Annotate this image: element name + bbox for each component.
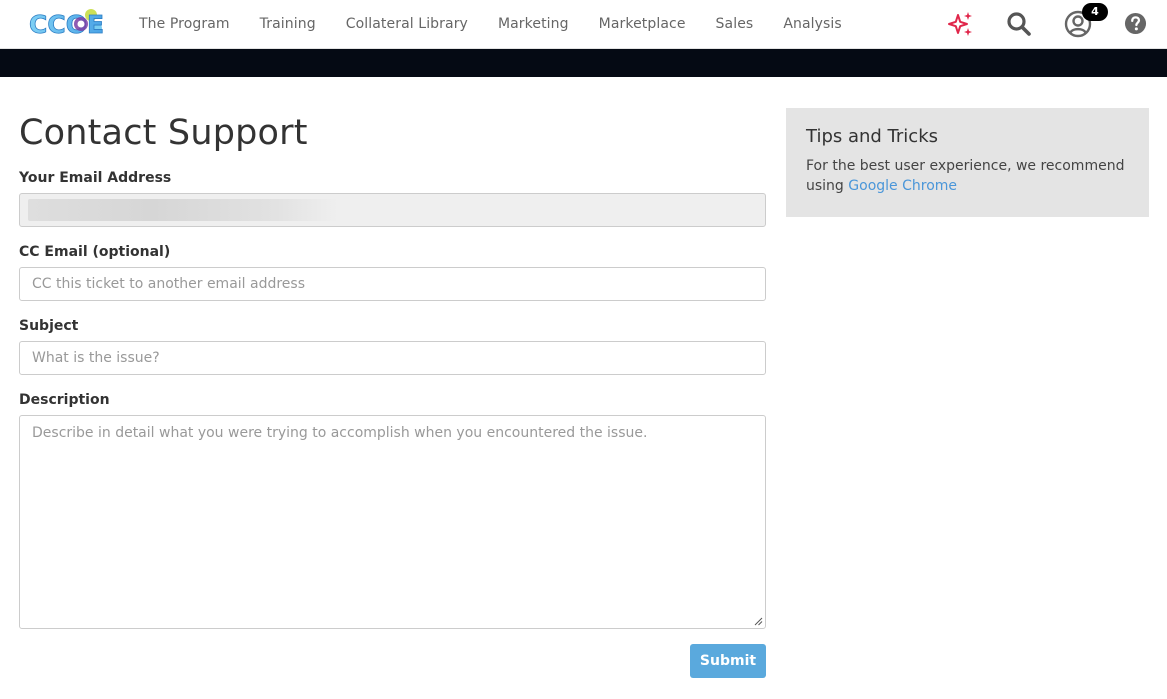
email-field[interactable]	[19, 193, 766, 227]
resize-grip-icon[interactable]	[753, 616, 763, 626]
description-field[interactable]: Describe in detail what you were trying …	[19, 415, 766, 629]
tips-title: Tips and Tricks	[806, 126, 939, 147]
cc-email-field[interactable]: CC this ticket to another email address	[19, 267, 766, 301]
help-icon[interactable]	[1124, 12, 1147, 35]
subject-field[interactable]: What is the issue?	[19, 341, 766, 375]
google-chrome-link[interactable]: Google Chrome	[848, 178, 957, 194]
redacted-email-value	[28, 199, 338, 221]
page-title: Contact Support	[19, 113, 308, 153]
search-icon[interactable]	[1006, 11, 1032, 37]
description-label: Description	[19, 392, 110, 408]
email-label: Your Email Address	[19, 170, 172, 186]
sparkle-icon[interactable]	[946, 10, 974, 38]
notification-badge[interactable]: 4	[1082, 3, 1108, 21]
dark-banner-bar	[0, 49, 1167, 77]
top-navbar: CCOE The Program Training Collateral Lib…	[0, 0, 1167, 49]
description-placeholder: Describe in detail what you were trying …	[32, 425, 648, 441]
nav-icon-group: 4	[0, 0, 1167, 48]
cc-email-label: CC Email (optional)	[19, 244, 171, 260]
tips-body: For the best user experience, we recomme…	[806, 156, 1129, 196]
submit-button[interactable]: Submit	[690, 644, 766, 678]
subject-label: Subject	[19, 318, 79, 334]
tips-panel: Tips and Tricks For the best user experi…	[786, 108, 1149, 217]
